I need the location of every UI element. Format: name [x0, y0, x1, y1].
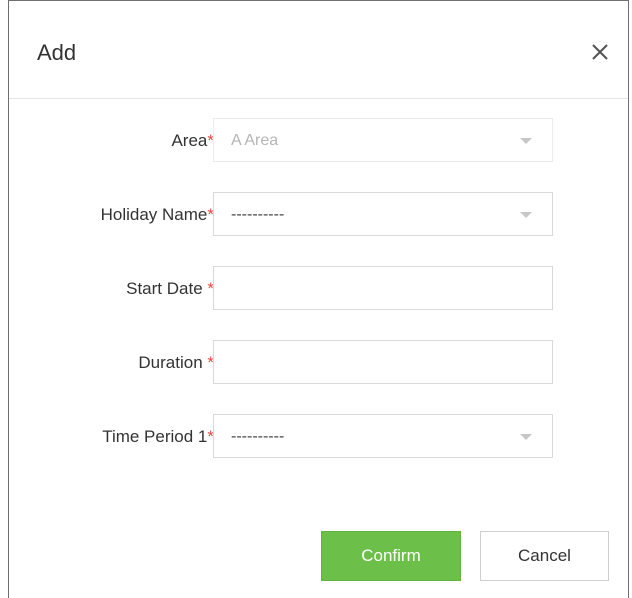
dialog-header: Add [9, 1, 628, 99]
chevron-down-icon [520, 138, 532, 144]
holiday-name-label: Holiday Name* [100, 205, 214, 224]
holiday-name-value: ---------- [231, 206, 285, 223]
close-icon [592, 44, 608, 60]
duration-input[interactable] [213, 340, 553, 384]
confirm-button[interactable]: Confirm [321, 531, 461, 581]
cancel-button[interactable]: Cancel [480, 531, 609, 581]
start-date-input[interactable] [213, 266, 553, 310]
area-label: Area* [171, 131, 214, 150]
add-holiday-dialog: Add Area* A Area Holiday Name* ---------… [8, 0, 629, 598]
duration-row: Duration * [9, 340, 628, 386]
holiday-name-row: Holiday Name* ---------- [9, 192, 628, 238]
time-period-1-label: Time Period 1* [102, 427, 214, 446]
close-button[interactable] [585, 37, 615, 67]
time-period-1-select[interactable]: ---------- [213, 414, 553, 458]
duration-label: Duration * [138, 353, 214, 372]
area-row: Area* A Area [9, 118, 628, 164]
chevron-down-icon [520, 434, 532, 440]
area-select[interactable]: A Area [213, 118, 553, 162]
area-value: A Area [231, 132, 279, 149]
holiday-name-select[interactable]: ---------- [213, 192, 553, 236]
chevron-down-icon [520, 212, 532, 218]
start-date-row: Start Date * [9, 266, 628, 312]
time-period-1-row: Time Period 1* ---------- [9, 414, 628, 460]
start-date-label: Start Date * [126, 279, 214, 298]
time-period-1-value: ---------- [231, 428, 285, 445]
dialog-title: Add [37, 40, 77, 65]
